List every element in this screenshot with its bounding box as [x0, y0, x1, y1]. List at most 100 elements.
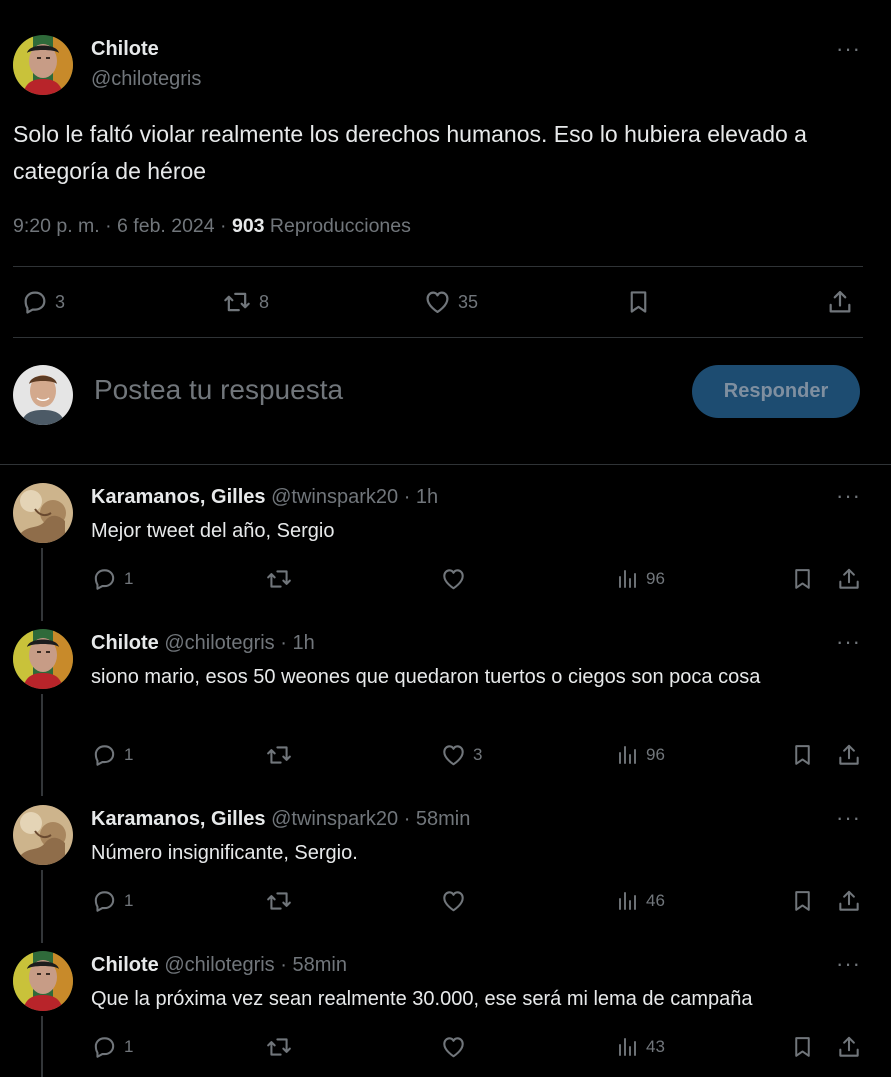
- share-icon: [836, 888, 862, 914]
- heart-icon: [440, 742, 467, 768]
- reply-icon: [91, 566, 118, 592]
- reply-count: 1: [124, 891, 134, 910]
- thread-line: [41, 870, 43, 943]
- like-action[interactable]: [440, 566, 467, 592]
- reply-author-handle[interactable]: @twinspark20: [271, 486, 398, 508]
- bookmark-action[interactable]: [790, 888, 815, 914]
- tweet-timestamp[interactable]: 9:20 p. m. · 6 feb. 2024 ·: [13, 215, 232, 237]
- views-icon: [616, 888, 640, 914]
- reply-time[interactable]: · 1h: [280, 632, 314, 654]
- tweet-meta: 9:20 p. m. · 6 feb. 2024 · 903 Reproducc…: [13, 215, 411, 238]
- reply-button[interactable]: Responder: [692, 365, 860, 418]
- reply-count: 1: [124, 569, 134, 588]
- views-action[interactable]: 96: [616, 742, 665, 768]
- reply-author-name[interactable]: Chilote: [91, 632, 159, 654]
- views-action[interactable]: 43: [616, 1034, 665, 1060]
- bookmark-icon: [790, 566, 815, 592]
- reply-text: Número insignificante, Sergio.: [91, 842, 358, 864]
- share-action[interactable]: [836, 566, 862, 592]
- reply-action[interactable]: 1: [91, 888, 133, 914]
- tweet-text: Solo le faltó violar realmente los derec…: [13, 121, 807, 184]
- section-divider: [0, 464, 891, 465]
- more-options-icon[interactable]: ···: [836, 631, 861, 653]
- reply-action[interactable]: 1: [91, 566, 133, 592]
- repost-action[interactable]: [264, 742, 294, 768]
- divider: [13, 337, 863, 338]
- reply-avatar[interactable]: [13, 805, 73, 865]
- repost-icon: [221, 288, 253, 316]
- reply-text: siono mario, esos 50 weones que quedaron…: [91, 666, 761, 688]
- reply-icon: [91, 742, 118, 768]
- reply-author-name[interactable]: Karamanos, Gilles: [91, 486, 266, 508]
- more-options-icon[interactable]: ···: [836, 38, 861, 60]
- divider: [13, 266, 863, 267]
- reply-time[interactable]: · 58min: [404, 808, 471, 830]
- bookmark-icon: [790, 1034, 815, 1060]
- reply-avatar[interactable]: [13, 629, 73, 689]
- reply-action[interactable]: 1: [91, 742, 133, 768]
- repost-icon: [264, 566, 294, 592]
- reply-count: 1: [124, 1037, 134, 1056]
- author-name[interactable]: Chilote: [91, 38, 159, 61]
- share-icon: [836, 1034, 862, 1060]
- share-action[interactable]: [836, 888, 862, 914]
- repost-action[interactable]: [264, 566, 294, 592]
- share-action[interactable]: [836, 1034, 862, 1060]
- views-action[interactable]: 46: [616, 888, 665, 914]
- views-count: 96: [646, 745, 665, 764]
- bookmark-action[interactable]: [790, 566, 815, 592]
- reply-author-handle[interactable]: @chilotegris: [164, 954, 274, 976]
- like-count: 35: [458, 291, 479, 312]
- reply-time[interactable]: · 1h: [404, 486, 438, 508]
- thread-line: [41, 1016, 43, 1077]
- bookmark-action[interactable]: [790, 1034, 815, 1060]
- share-icon: [836, 742, 862, 768]
- author-handle[interactable]: @chilotegris: [91, 68, 201, 91]
- reply-author-handle[interactable]: @twinspark20: [271, 808, 398, 830]
- like-action[interactable]: [440, 1034, 467, 1060]
- reply-header: Chilote @chilotegris · 58min: [91, 954, 347, 977]
- reply-author-name[interactable]: Karamanos, Gilles: [91, 808, 266, 830]
- repost-action[interactable]: [264, 888, 294, 914]
- views-count: 903: [231, 215, 265, 237]
- repost-icon: [264, 888, 294, 914]
- more-options-icon[interactable]: ···: [836, 807, 861, 829]
- author-avatar[interactable]: [13, 35, 73, 95]
- like-action[interactable]: [440, 888, 467, 914]
- reply-action[interactable]: 1: [91, 1034, 133, 1060]
- bookmark-action[interactable]: [790, 742, 815, 768]
- bookmark-icon: [625, 288, 652, 316]
- reply-header: Karamanos, Gilles @twinspark20 · 58min: [91, 808, 470, 831]
- views-count: 46: [646, 891, 665, 910]
- reply-action[interactable]: 3: [21, 288, 65, 316]
- views-icon: [616, 1034, 640, 1060]
- heart-icon: [440, 888, 467, 914]
- repost-action[interactable]: [264, 1034, 294, 1060]
- reply-count: 1: [124, 745, 134, 764]
- more-options-icon[interactable]: ···: [836, 485, 861, 507]
- reply-header: Karamanos, Gilles @twinspark20 · 1h: [91, 486, 438, 509]
- reply-avatar[interactable]: [13, 951, 73, 1011]
- repost-icon: [264, 742, 294, 768]
- reply-header: Chilote @chilotegris · 1h: [91, 632, 315, 655]
- repost-action[interactable]: 8: [221, 288, 269, 316]
- reply-input[interactable]: Postea tu respuesta: [94, 374, 343, 406]
- repost-count: 8: [259, 291, 270, 312]
- share-action[interactable]: [836, 742, 862, 768]
- reply-avatar[interactable]: [13, 483, 73, 543]
- current-user-avatar[interactable]: [13, 365, 73, 425]
- views-action[interactable]: 96: [616, 566, 665, 592]
- reply-author-name[interactable]: Chilote: [91, 954, 159, 976]
- thread-line: [41, 548, 43, 621]
- thread-line: [41, 694, 43, 796]
- bookmark-action[interactable]: [625, 288, 652, 316]
- more-options-icon[interactable]: ···: [836, 953, 861, 975]
- reply-time[interactable]: · 58min: [280, 954, 347, 976]
- reply-author-handle[interactable]: @chilotegris: [164, 632, 274, 654]
- share-action[interactable]: [826, 288, 854, 316]
- heart-icon: [440, 1034, 467, 1060]
- heart-icon: [423, 288, 452, 316]
- like-action[interactable]: 35: [423, 288, 478, 316]
- like-action[interactable]: 3: [440, 742, 482, 768]
- share-icon: [836, 566, 862, 592]
